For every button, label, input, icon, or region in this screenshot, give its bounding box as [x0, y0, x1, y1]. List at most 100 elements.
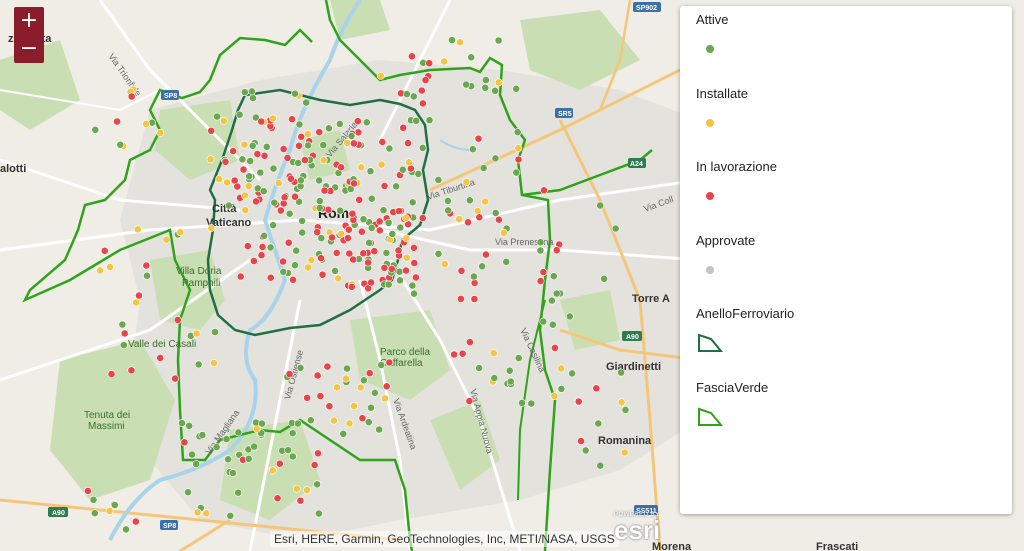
charging-point-marker[interactable] [335, 120, 344, 128]
charging-point-marker[interactable] [385, 144, 394, 153]
charging-point-marker[interactable] [105, 506, 114, 515]
charging-point-marker[interactable] [367, 194, 376, 203]
charging-point-marker[interactable] [289, 275, 297, 284]
charging-point-marker[interactable] [434, 249, 443, 258]
charging-point-marker[interactable] [266, 273, 275, 282]
charging-point-marker[interactable] [252, 197, 260, 206]
charging-point-marker[interactable] [418, 214, 427, 222]
charging-point-marker[interactable] [279, 145, 288, 153]
charging-point-marker[interactable] [375, 425, 383, 434]
charging-point-marker[interactable] [336, 206, 345, 215]
charging-point-marker[interactable] [256, 168, 265, 177]
charging-point-marker[interactable] [250, 442, 258, 451]
charging-point-marker[interactable] [135, 291, 143, 300]
charging-point-marker[interactable] [300, 156, 309, 164]
charging-point-marker[interactable] [224, 201, 233, 210]
charging-point-marker[interactable] [258, 242, 267, 251]
charging-point-marker[interactable] [304, 141, 312, 150]
charging-point-marker[interactable] [113, 117, 121, 126]
charging-point-marker[interactable] [292, 246, 301, 255]
charging-point-marker[interactable] [478, 262, 486, 271]
charging-point-marker[interactable] [481, 83, 490, 92]
charging-point-marker[interactable] [291, 192, 299, 201]
charging-point-marker[interactable] [536, 246, 545, 255]
charging-point-marker[interactable] [118, 320, 127, 329]
charging-point-marker[interactable] [325, 402, 334, 411]
charging-point-marker[interactable] [315, 203, 324, 212]
charging-point-marker[interactable] [474, 134, 483, 143]
charging-point-marker[interactable] [462, 178, 471, 186]
charging-point-marker[interactable] [222, 435, 231, 443]
charging-point-marker[interactable] [269, 114, 277, 123]
charging-point-marker[interactable] [188, 450, 196, 459]
charging-point-marker[interactable] [302, 98, 311, 107]
charging-point-marker[interactable] [455, 215, 464, 223]
charging-point-marker[interactable] [176, 228, 185, 237]
charging-point-marker[interactable] [334, 274, 342, 283]
charging-point-marker[interactable] [127, 366, 136, 375]
charging-point-marker[interactable] [132, 298, 140, 307]
charging-point-marker[interactable] [207, 126, 216, 135]
charging-point-marker[interactable] [380, 181, 389, 190]
charging-point-marker[interactable] [402, 234, 411, 243]
charging-point-marker[interactable] [513, 128, 522, 137]
charging-point-marker[interactable] [348, 209, 357, 218]
charging-point-marker[interactable] [328, 233, 336, 242]
charging-point-marker[interactable] [241, 206, 250, 215]
charging-point-marker[interactable] [399, 123, 408, 132]
charging-point-marker[interactable] [362, 118, 371, 127]
charging-point-marker[interactable] [323, 362, 332, 371]
charging-point-marker[interactable] [215, 175, 223, 183]
charging-point-marker[interactable] [540, 186, 548, 195]
charging-point-marker[interactable] [512, 168, 521, 177]
charging-point-marker[interactable] [548, 296, 556, 305]
charging-point-marker[interactable] [313, 228, 322, 236]
charging-point-marker[interactable] [258, 419, 266, 428]
charging-point-marker[interactable] [470, 295, 479, 303]
charging-point-marker[interactable] [337, 163, 345, 172]
charging-point-marker[interactable] [512, 84, 521, 93]
esri-logo[interactable]: POWERED BY esri [614, 512, 660, 544]
charging-point-marker[interactable] [440, 57, 448, 66]
charging-point-marker[interactable] [574, 397, 583, 406]
charging-point-marker[interactable] [229, 147, 237, 155]
charging-point-marker[interactable] [592, 384, 601, 393]
charging-point-marker[interactable] [120, 329, 129, 338]
charging-point-marker[interactable] [377, 160, 386, 169]
charging-point-marker[interactable] [468, 145, 477, 154]
charging-point-marker[interactable] [343, 138, 352, 147]
charging-point-marker[interactable] [536, 238, 545, 247]
charging-point-marker[interactable] [418, 143, 427, 152]
charging-point-marker[interactable] [319, 156, 328, 165]
charging-point-marker[interactable] [494, 215, 503, 224]
charging-point-marker[interactable] [396, 223, 405, 232]
charging-point-marker[interactable] [465, 338, 474, 346]
charging-point-marker[interactable] [465, 196, 474, 205]
charging-point-marker[interactable] [527, 399, 536, 408]
charging-point-marker[interactable] [333, 383, 341, 392]
charging-point-marker[interactable] [244, 182, 253, 190]
charging-point-marker[interactable] [315, 128, 324, 136]
charging-point-marker[interactable] [296, 176, 305, 185]
charging-point-marker[interactable] [425, 116, 434, 125]
charging-point-marker[interactable] [315, 176, 323, 185]
charging-point-marker[interactable] [213, 112, 221, 121]
charging-point-marker[interactable] [596, 201, 605, 210]
charging-point-marker[interactable] [273, 494, 282, 503]
charging-point-marker[interactable] [491, 208, 500, 217]
charging-point-marker[interactable] [396, 276, 404, 285]
charging-point-marker[interactable] [260, 231, 268, 240]
charging-point-marker[interactable] [367, 278, 375, 287]
charging-point-marker[interactable] [425, 59, 434, 68]
charging-point-marker[interactable] [394, 246, 403, 255]
charging-point-marker[interactable] [320, 186, 329, 195]
charging-point-marker[interactable] [142, 261, 151, 270]
charging-point-marker[interactable] [370, 388, 379, 397]
charging-point-marker[interactable] [375, 226, 384, 235]
charging-point-marker[interactable] [171, 374, 179, 383]
charging-point-marker[interactable] [347, 282, 356, 291]
charging-point-marker[interactable] [344, 225, 353, 234]
charging-point-marker[interactable] [127, 92, 136, 101]
charging-point-marker[interactable] [284, 446, 292, 454]
charging-point-marker[interactable] [212, 443, 221, 451]
